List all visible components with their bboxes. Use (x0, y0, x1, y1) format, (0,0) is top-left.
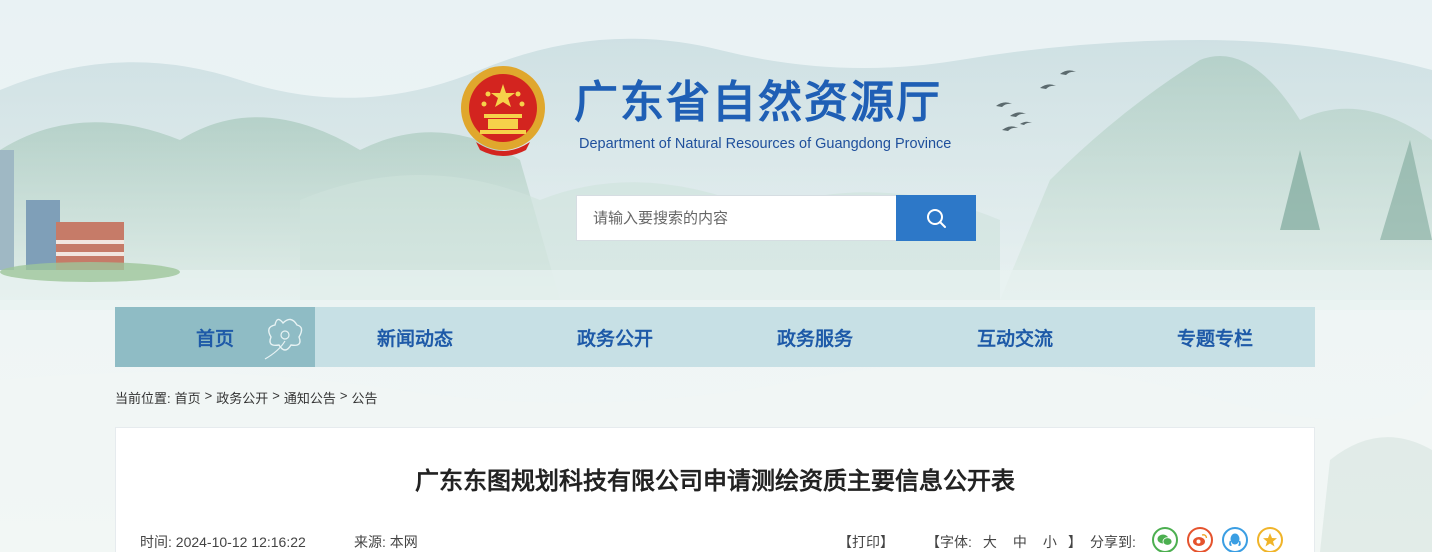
site-title: 广东省自然资源厅 (574, 77, 942, 128)
nav-item-government-affairs[interactable]: 政务公开 (515, 307, 715, 367)
source-value: 本网 (389, 534, 418, 550)
share-icons (1152, 527, 1283, 552)
qzone-icon[interactable] (1257, 527, 1283, 552)
nav-item-label: 首页 (195, 328, 234, 350)
nav-item-label: 互动交流 (976, 328, 1053, 350)
breadcrumb-government-affairs-link[interactable]: 政务公开 (216, 388, 268, 407)
font-size-label: 【字体: (926, 534, 972, 550)
nav-item-government-services[interactable]: 政务服务 (715, 307, 915, 367)
font-size-small-button[interactable]: 小 (1038, 532, 1062, 552)
search-input[interactable] (576, 195, 896, 241)
weibo-icon[interactable] (1187, 527, 1213, 552)
wechat-icon[interactable] (1152, 527, 1178, 552)
article-card: 广东东图规划科技有限公司申请测绘资质主要信息公开表 时间: 2024-10-12… (115, 427, 1315, 552)
source-label: 来源: (354, 534, 386, 550)
nav-item-special-topics[interactable]: 专题专栏 (1115, 307, 1315, 367)
nav-item-news[interactable]: 新闻动态 (315, 307, 515, 367)
font-size-large-button[interactable]: 大 (978, 532, 1002, 552)
breadcrumb-notices-link[interactable]: 通知公告 (284, 388, 336, 407)
nav-item-label: 专题专栏 (1176, 328, 1253, 350)
nav-item-home[interactable]: 首页 (115, 307, 315, 367)
font-size-controls: 【字体: 大 中 小 】 (926, 532, 1082, 552)
publish-time-value: 2024-10-12 12:16:22 (175, 534, 306, 550)
breadcrumb-separator: > (272, 388, 280, 403)
breadcrumb-announcement-link[interactable]: 公告 (351, 388, 377, 407)
main-nav: 首页 新闻动态 政务公开 政务服务 互动交流 专题专栏 (115, 307, 1315, 367)
nav-item-label: 新闻动态 (376, 328, 453, 350)
site-subtitle: Department of Natural Resources of Guang… (579, 136, 952, 152)
breadcrumb-prefix: 当前位置: (115, 391, 171, 406)
birds-decoration-icon (996, 70, 1076, 131)
breadcrumb-separator: > (204, 388, 213, 403)
print-button[interactable]: 【打印】 (838, 532, 894, 552)
article-title: 广东东图规划科技有限公司申请测绘资质主要信息公开表 (415, 468, 1015, 495)
search-icon (927, 209, 946, 228)
qq-icon[interactable] (1222, 527, 1248, 552)
breadcrumb-separator: > (339, 388, 348, 403)
breadcrumb-home-link[interactable]: 首页 (175, 388, 201, 407)
search-bar (576, 195, 976, 241)
national-emblem-icon (461, 66, 545, 156)
nav-item-label: 政务服务 (776, 328, 853, 350)
publish-time: 时间: 2024-10-12 12:16:22 (140, 532, 306, 552)
nav-item-label: 政务公开 (576, 328, 653, 350)
breadcrumb: 当前位置: 首页 > 政务公开 > 通知公告 > 公告 (115, 388, 377, 407)
nav-item-interaction[interactable]: 互动交流 (915, 307, 1115, 367)
source: 来源: 本网 (354, 532, 418, 552)
flower-decoration-icon (264, 318, 303, 360)
share-label: 分享到: (1090, 534, 1136, 550)
search-button[interactable] (896, 195, 976, 241)
publish-time-label: 时间: (140, 534, 172, 550)
font-size-medium-button[interactable]: 中 (1008, 532, 1032, 552)
font-size-close-bracket: 】 (1067, 534, 1082, 550)
